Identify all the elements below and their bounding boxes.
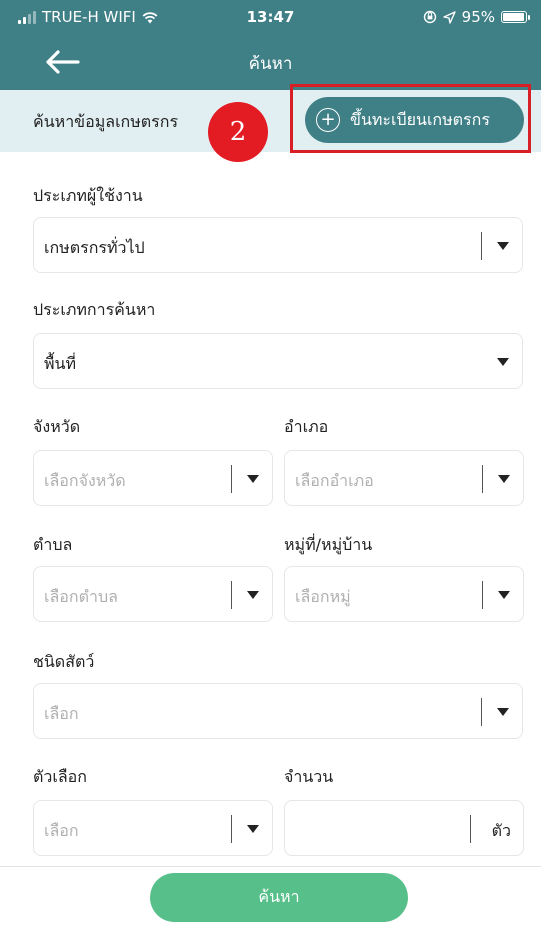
select-divider (231, 815, 232, 843)
search-type-value: พื้นที่ (44, 354, 77, 373)
user-type-label: ประเภทผู้ใช้งาน (33, 186, 143, 205)
location-arrow-icon (442, 10, 456, 24)
search-button[interactable]: ค้นหา (150, 873, 408, 922)
plus-circle-icon: + (316, 108, 340, 132)
input-divider (470, 815, 471, 843)
quantity-label: จำนวน (284, 767, 334, 786)
select-divider (482, 465, 483, 493)
quantity-unit: ตัว (491, 821, 511, 840)
back-button[interactable] (40, 46, 84, 78)
caret-down-icon (497, 242, 509, 250)
section-title: ค้นหาข้อมูลเกษตรกร (33, 112, 179, 131)
caret-down-icon (497, 358, 509, 366)
select-divider (231, 465, 232, 493)
village-label: หมู่ที่/หมู่บ้าน (284, 535, 373, 554)
caret-down-icon (497, 708, 509, 716)
province-placeholder: เลือกจังหวัด (44, 471, 126, 490)
user-type-value: เกษตรกรทั่วไป (44, 238, 145, 257)
subdistrict-label: ตำบล (33, 535, 73, 554)
select-divider (482, 581, 483, 609)
animal-type-label: ชนิดสัตว์ (33, 652, 95, 671)
animal-type-select[interactable]: เลือก (33, 683, 523, 739)
subdistrict-placeholder: เลือกตำบล (44, 587, 118, 606)
quantity-input[interactable]: ตัว (284, 800, 524, 856)
province-label: จังหวัด (33, 417, 81, 436)
province-select[interactable]: เลือกจังหวัด (33, 450, 273, 506)
select-divider (481, 698, 482, 726)
select-divider (231, 581, 232, 609)
search-type-select[interactable]: พื้นที่ (33, 333, 523, 389)
register-farmer-label: ขึ้นทะเบียนเกษตรกร (350, 109, 490, 129)
village-placeholder: เลือกหมู่ (295, 587, 351, 606)
district-label: อำเภอ (284, 417, 329, 436)
option-placeholder: เลือก (44, 821, 79, 840)
orientation-lock-icon (423, 10, 436, 24)
caret-down-icon (498, 591, 510, 599)
caret-down-icon (498, 475, 510, 483)
arrow-left-icon (46, 50, 80, 74)
animal-type-placeholder: เลือก (44, 704, 79, 723)
select-divider (481, 232, 482, 260)
user-type-select[interactable]: เกษตรกรทั่วไป (33, 217, 523, 273)
nav-bar: ค้นหา (0, 34, 541, 90)
search-type-label: ประเภทการค้นหา (33, 300, 156, 319)
battery-icon (501, 11, 530, 23)
district-placeholder: เลือกอำเภอ (295, 471, 374, 490)
status-right: 95% (423, 8, 530, 26)
search-button-label: ค้นหา (258, 887, 300, 906)
register-farmer-button[interactable]: + ขึ้นทะเบียนเกษตรกร (305, 97, 524, 143)
status-bar: TRUE-H WIFI 13:47 95% (0, 0, 541, 34)
battery-percent: 95% (461, 8, 495, 26)
district-select[interactable]: เลือกอำเภอ (284, 450, 524, 506)
option-label: ตัวเลือก (33, 767, 87, 786)
village-select[interactable]: เลือกหมู่ (284, 566, 524, 622)
caret-down-icon (247, 825, 259, 833)
caret-down-icon (247, 591, 259, 599)
option-select[interactable]: เลือก (33, 800, 273, 856)
caret-down-icon (247, 475, 259, 483)
step-badge: 2 (208, 102, 268, 162)
subdistrict-select[interactable]: เลือกตำบล (33, 566, 273, 622)
